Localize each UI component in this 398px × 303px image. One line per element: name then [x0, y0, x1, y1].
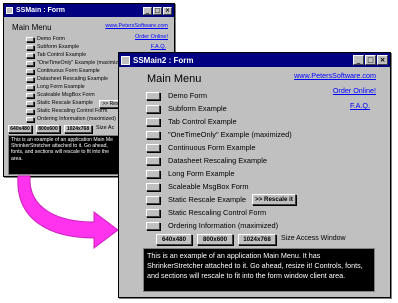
maximize-button[interactable]: □ — [365, 55, 376, 65]
menu-label-long-form: Long Form Example — [168, 169, 235, 178]
size-access-label: Size Access Window — [281, 235, 346, 242]
faq-link[interactable]: F.A.Q. — [350, 101, 370, 110]
menu-button-tab-control[interactable] — [146, 118, 160, 126]
form-icon — [121, 55, 130, 65]
rescale-button[interactable]: >> Rescale it — [252, 194, 296, 205]
front-window-titlebar[interactable]: SSMain2 : Form _ □ × — [119, 53, 390, 67]
menu-label-static-rescale: Static Rescale Example — [168, 195, 247, 204]
order-online-link[interactable]: Order Online! — [333, 86, 376, 95]
menu-button-msgbox[interactable] — [146, 183, 160, 191]
menu-button-subform[interactable] — [146, 105, 160, 113]
website-link[interactable]: www.PetersSoftware.com — [294, 71, 376, 80]
menu-button-one-time-only[interactable] — [146, 131, 160, 139]
menu-button-continuous-form[interactable] — [146, 144, 160, 152]
menu-button-long-form[interactable] — [146, 170, 160, 178]
menu-label-static-control: Static Rescaling Control Form — [168, 208, 267, 217]
menu-label-one-time-only: "OneTimeOnly" Example (maximized) — [168, 130, 292, 139]
size-800-button[interactable]: 800x600 — [197, 234, 233, 245]
menu-label-ordering: Ordering Information (maximized) — [168, 221, 279, 230]
menu-button-ordering[interactable] — [146, 222, 160, 230]
menu-button-datasheet[interactable] — [146, 157, 160, 165]
curved-arrow-icon — [17, 175, 119, 249]
size-1024-button[interactable]: 1024x768 — [238, 234, 276, 245]
menu-label-continuous-form: Continuous Form Example — [168, 143, 256, 152]
minimize-button[interactable]: _ — [353, 55, 364, 65]
close-button[interactable]: × — [377, 55, 388, 65]
front-form-window[interactable]: SSMain2 : Form _ □ × Main Menu www.Peter… — [118, 52, 391, 298]
menu-label-tab-control: Tab Control Example — [168, 117, 237, 126]
menu-label-datasheet: Datasheet Rescaling Example — [168, 156, 268, 165]
menu-label-demo-form: Demo Form — [168, 91, 208, 100]
menu-button-static-rescale[interactable] — [146, 196, 160, 204]
menu-button-static-control[interactable] — [146, 209, 160, 217]
menu-label-subform: Subform Example — [168, 104, 227, 113]
menu-label-msgbox: Scaleable MsgBox Form — [168, 182, 249, 191]
size-640-button[interactable]: 640x480 — [156, 234, 192, 245]
menu-heading: Main Menu — [147, 73, 202, 85]
info-text-box: This is an example of an application Mai… — [143, 248, 375, 292]
front-window-title: SSMain2 : Form — [133, 55, 194, 65]
menu-button-demo-form[interactable] — [146, 92, 160, 100]
